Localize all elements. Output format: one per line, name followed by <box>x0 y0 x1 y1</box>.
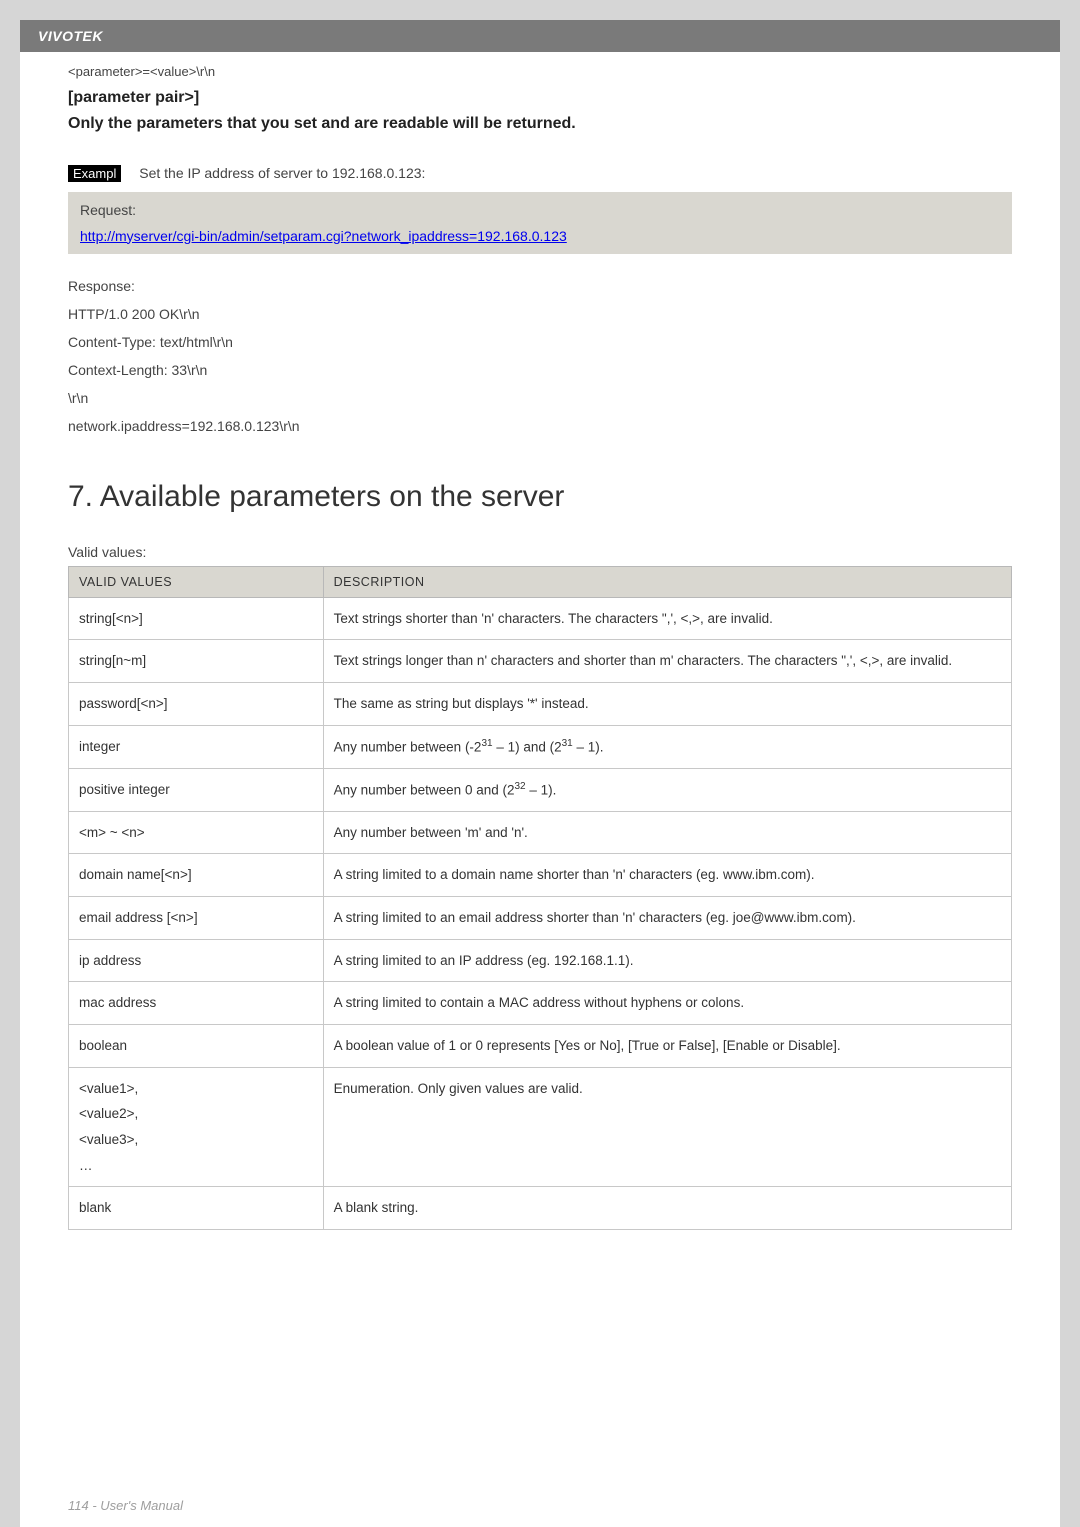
table-row: ip addressA string limited to an IP addr… <box>69 939 1012 982</box>
table-cell-value: positive integer <box>69 768 324 811</box>
response-line-2: Context-Length: 33\r\n <box>68 356 1012 384</box>
only-readable-note: Only the parameters that you set and are… <box>68 111 1012 137</box>
parameter-value-line: <parameter>=<value>\r\n <box>68 64 1012 79</box>
table-cell-value: mac address <box>69 982 324 1025</box>
request-label: Request: <box>80 202 1000 218</box>
table-cell-description: Text strings shorter than 'n' characters… <box>323 597 1011 640</box>
table-row: mac addressA string limited to contain a… <box>69 982 1012 1025</box>
table-cell-value: integer <box>69 725 324 768</box>
table-row: domain name[<n>]A string limited to a do… <box>69 854 1012 897</box>
table-cell-value: <value1>,<value2>,<value3>,… <box>69 1067 324 1187</box>
section-title: 7. Available parameters on the server <box>68 480 1012 514</box>
page-content: <parameter>=<value>\r\n [parameter pair>… <box>20 52 1060 1230</box>
table-cell-value: email address [<n>] <box>69 897 324 940</box>
table-cell-description: Enumeration. Only given values are valid… <box>323 1067 1011 1187</box>
response-block: Response: HTTP/1.0 200 OK\r\n Content-Ty… <box>68 272 1012 440</box>
table-cell-description: A boolean value of 1 or 0 represents [Ye… <box>323 1025 1011 1068</box>
page-footer: 114 - User's Manual <box>68 1498 183 1513</box>
table-cell-description: Any number between 'm' and 'n'. <box>323 811 1011 854</box>
table-cell-description: Any number between (-231 – 1) and (231 –… <box>323 725 1011 768</box>
table-cell-value: domain name[<n>] <box>69 854 324 897</box>
response-line-1: Content-Type: text/html\r\n <box>68 328 1012 356</box>
response-line-3: \r\n <box>68 384 1012 412</box>
table-row: email address [<n>]A string limited to a… <box>69 897 1012 940</box>
response-label: Response: <box>68 272 1012 300</box>
brand-text: VIVOTEK <box>38 28 103 44</box>
table-cell-value: string[<n>] <box>69 597 324 640</box>
table-cell-description: Any number between 0 and (232 – 1). <box>323 768 1011 811</box>
table-row: booleanA boolean value of 1 or 0 represe… <box>69 1025 1012 1068</box>
table-cell-description: A string limited to an IP address (eg. 1… <box>323 939 1011 982</box>
table-row: blankA blank string. <box>69 1187 1012 1230</box>
response-line-4: network.ipaddress=192.168.0.123\r\n <box>68 412 1012 440</box>
table-row: string[<n>]Text strings shorter than 'n'… <box>69 597 1012 640</box>
table-cell-description: A blank string. <box>323 1187 1011 1230</box>
table-row: positive integerAny number between 0 and… <box>69 768 1012 811</box>
table-cell-description: A string limited to contain a MAC addres… <box>323 982 1011 1025</box>
example-label: Exampl <box>68 165 121 182</box>
brand-header: VIVOTEK <box>20 20 1060 52</box>
request-url-link[interactable]: http://myserver/cgi-bin/admin/setparam.c… <box>80 228 567 244</box>
table-cell-value: blank <box>69 1187 324 1230</box>
table-cell-description: A string limited to an email address sho… <box>323 897 1011 940</box>
table-cell-description: A string limited to a domain name shorte… <box>323 854 1011 897</box>
valid-values-table: VALID VALUES DESCRIPTION string[<n>]Text… <box>68 566 1012 1230</box>
table-row: password[<n>]The same as string but disp… <box>69 682 1012 725</box>
table-row: string[n~m]Text strings longer than n' c… <box>69 640 1012 683</box>
table-row: <value1>,<value2>,<value3>,…Enumeration.… <box>69 1067 1012 1187</box>
table-cell-value: password[<n>] <box>69 682 324 725</box>
table-cell-value: <m> ~ <n> <box>69 811 324 854</box>
example-row: Exampl Set the IP address of server to 1… <box>68 165 1012 182</box>
response-line-0: HTTP/1.0 200 OK\r\n <box>68 300 1012 328</box>
table-header-row: VALID VALUES DESCRIPTION <box>69 566 1012 597</box>
table-row: integerAny number between (-231 – 1) and… <box>69 725 1012 768</box>
document-page: VIVOTEK <parameter>=<value>\r\n [paramet… <box>20 20 1060 1527</box>
request-block: Request: http://myserver/cgi-bin/admin/s… <box>68 192 1012 254</box>
example-description: Set the IP address of server to 192.168.… <box>139 165 425 181</box>
parameter-pair-marker: [parameter pair>] <box>68 89 1012 107</box>
table-cell-value: string[n~m] <box>69 640 324 683</box>
valid-values-label: Valid values: <box>68 544 1012 560</box>
table-header-description: DESCRIPTION <box>323 566 1011 597</box>
table-cell-value: ip address <box>69 939 324 982</box>
table-cell-value: boolean <box>69 1025 324 1068</box>
table-header-values: VALID VALUES <box>69 566 324 597</box>
table-cell-description: Text strings longer than n' characters a… <box>323 640 1011 683</box>
table-cell-description: The same as string but displays '*' inst… <box>323 682 1011 725</box>
table-row: <m> ~ <n>Any number between 'm' and 'n'. <box>69 811 1012 854</box>
